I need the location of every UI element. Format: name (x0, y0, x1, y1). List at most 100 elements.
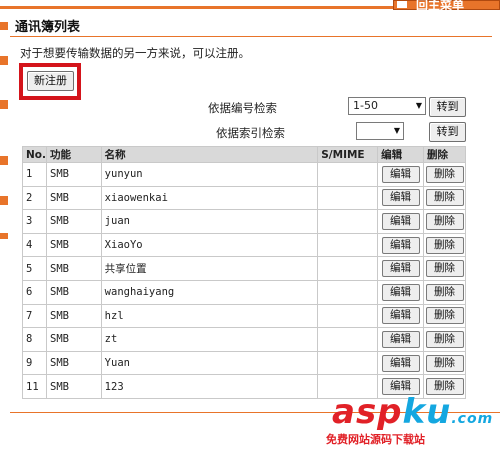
cell-no: 2 (22, 185, 47, 211)
table-header-row: No. 功能 名称 S/MIME 编辑 删除 (22, 146, 466, 163)
cell-name: yunyun (100, 162, 319, 187)
cell-no: 6 (22, 279, 47, 305)
cell-delete: 删除 (423, 185, 466, 211)
cell-function: SMB (46, 374, 102, 399)
cell-smime (317, 279, 379, 305)
cell-delete: 删除 (423, 350, 466, 376)
cell-edit: 编辑 (377, 209, 424, 234)
cell-function: SMB (46, 185, 102, 211)
cell-function: SMB (46, 350, 102, 376)
watermark-logo: aspku.com (332, 392, 493, 432)
table-row: 7 SMB hzl 编辑 删除 (22, 303, 466, 329)
cell-delete: 删除 (423, 162, 466, 187)
go-button-index[interactable]: 转到 (429, 122, 466, 142)
cell-edit: 编辑 (377, 327, 424, 352)
cell-smime (317, 327, 379, 352)
table-row: 6 SMB wanghaiyang 编辑 删除 (22, 279, 466, 305)
edit-button[interactable]: 编辑 (381, 260, 420, 278)
cell-name: wanghaiyang (100, 279, 319, 305)
sidebar-edge (0, 22, 8, 30)
edit-button[interactable]: 编辑 (381, 307, 420, 325)
cell-edit: 编辑 (377, 162, 424, 187)
table-row: 1 SMB yunyun 编辑 删除 (22, 162, 466, 187)
cell-delete: 删除 (423, 209, 466, 234)
cell-delete: 删除 (423, 256, 466, 281)
page-title: 通讯簿列表 (15, 20, 81, 35)
cell-delete: 删除 (423, 279, 466, 305)
delete-button[interactable]: 删除 (425, 283, 464, 301)
delete-button[interactable]: 删除 (425, 236, 464, 254)
cell-function: SMB (46, 303, 102, 329)
edit-button[interactable]: 编辑 (381, 189, 420, 207)
col-header-no: No. (22, 146, 47, 163)
new-register-button[interactable]: 新注册 (27, 71, 74, 91)
edit-button[interactable]: 编辑 (381, 212, 420, 230)
watermark-brand-a: asp (332, 392, 403, 432)
cell-name: 123 (100, 374, 319, 399)
table-row: 5 SMB 共享位置 编辑 删除 (22, 256, 466, 281)
title-divider (10, 36, 492, 37)
cell-edit: 编辑 (377, 185, 424, 211)
cell-no: 9 (22, 350, 47, 376)
cell-name: zt (100, 327, 319, 352)
edit-button[interactable]: 编辑 (381, 165, 420, 183)
cell-name: Yuan (100, 350, 319, 376)
intro-text: 对于想要传输数据的另一方来说，可以注册。 (20, 46, 250, 60)
cell-smime (317, 185, 379, 211)
col-header-name: 名称 (100, 146, 319, 163)
cell-edit: 编辑 (377, 232, 424, 258)
delete-button[interactable]: 删除 (425, 165, 464, 183)
number-range-select[interactable]: 1-50 ▼ (348, 97, 426, 115)
edit-button[interactable]: 编辑 (381, 283, 420, 301)
table-row: 9 SMB Yuan 编辑 删除 (22, 350, 466, 376)
col-header-delete: 删除 (423, 146, 466, 163)
table-row: 8 SMB zt 编辑 删除 (22, 327, 466, 352)
cell-no: 8 (22, 327, 47, 352)
cell-edit: 编辑 (377, 303, 424, 329)
edit-button[interactable]: 编辑 (381, 236, 420, 254)
watermark-brand-c: .com (451, 411, 494, 427)
cell-edit: 编辑 (377, 256, 424, 281)
cell-delete: 删除 (423, 327, 466, 352)
edit-button[interactable]: 编辑 (381, 330, 420, 348)
cell-smime (317, 350, 379, 376)
sidebar-edge (0, 156, 8, 165)
cell-function: SMB (46, 279, 102, 305)
watermark-brand-b: ku (402, 392, 452, 432)
cell-function: SMB (46, 232, 102, 258)
cell-no: 4 (22, 232, 47, 258)
sidebar-edge (0, 196, 8, 205)
cell-no: 5 (22, 256, 47, 281)
cell-edit: 编辑 (377, 279, 424, 305)
cell-delete: 删除 (423, 303, 466, 329)
delete-button[interactable]: 删除 (425, 189, 464, 207)
delete-button[interactable]: 删除 (425, 354, 464, 372)
cell-name: XiaoYo (100, 232, 319, 258)
cell-smime (317, 209, 379, 234)
table-row: 3 SMB juan 编辑 删除 (22, 209, 466, 234)
search-by-number-label: 依据编号检索 (208, 101, 277, 115)
cell-function: SMB (46, 209, 102, 234)
cell-no: 11 (22, 374, 47, 399)
sidebar-edge (0, 233, 8, 239)
main-menu-button[interactable]: 回主菜单 (393, 0, 500, 12)
delete-button[interactable]: 删除 (425, 212, 464, 230)
table-row: 2 SMB xiaowenkai 编辑 删除 (22, 185, 466, 211)
delete-button[interactable]: 删除 (425, 260, 464, 278)
cell-smime (317, 232, 379, 258)
watermark-tagline: 免费网站源码下载站 (326, 433, 425, 446)
main-menu-label: 回主菜单 (416, 0, 465, 12)
cell-smime (317, 256, 379, 281)
index-select[interactable]: ▼ (356, 122, 404, 140)
cell-function: SMB (46, 162, 102, 187)
go-button-number[interactable]: 转到 (429, 97, 466, 117)
cell-smime (317, 162, 379, 187)
dropdown-arrow-icon: ▼ (415, 101, 422, 110)
cell-no: 7 (22, 303, 47, 329)
cell-smime (317, 303, 379, 329)
edit-button[interactable]: 编辑 (381, 354, 420, 372)
delete-button[interactable]: 删除 (425, 330, 464, 348)
cell-no: 1 (22, 162, 47, 187)
sidebar-edge (0, 56, 8, 65)
delete-button[interactable]: 删除 (425, 307, 464, 325)
